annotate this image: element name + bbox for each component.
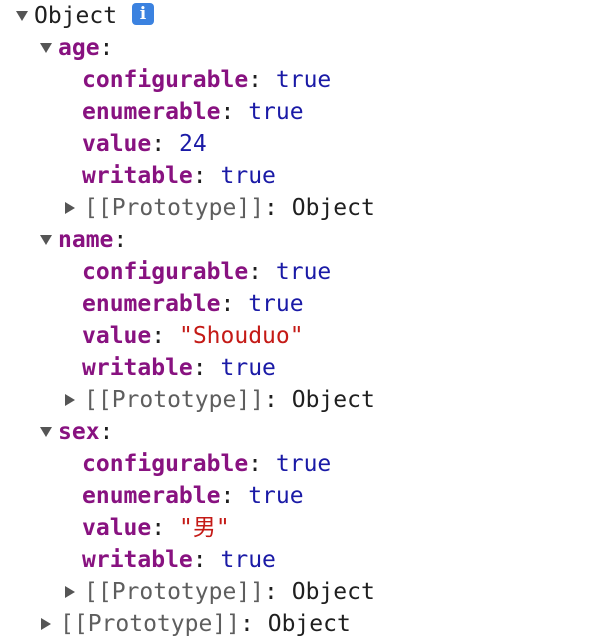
colon: : <box>248 67 263 93</box>
colon: : <box>192 547 207 573</box>
root-object-label: Object <box>34 3 118 29</box>
prototype-row[interactable]: [[Prototype]]: Object <box>0 576 602 608</box>
descriptor-key: configurable <box>82 259 249 285</box>
triangle-down-icon[interactable] <box>14 0 30 32</box>
prototype-row[interactable]: [[Prototype]]: Object <box>0 384 602 416</box>
colon: : <box>220 99 235 125</box>
colon: : <box>264 195 278 221</box>
descriptor-value: "Shouduo" <box>178 323 304 349</box>
triangle-down-icon[interactable] <box>38 224 54 256</box>
descriptor-value: true <box>220 163 276 189</box>
colon: : <box>151 323 166 349</box>
descriptor-row-enumerable: enumerable: true <box>0 288 602 320</box>
property-key: age <box>58 35 100 61</box>
prototype-label: [[Prototype]] <box>84 579 265 605</box>
descriptor-key: configurable <box>82 67 249 93</box>
descriptor-row-configurable: configurable: true <box>0 256 602 288</box>
descriptor-value: "男" <box>178 515 230 541</box>
descriptor-value: true <box>275 67 332 93</box>
property-row-sex[interactable]: sex: <box>0 416 602 448</box>
descriptor-value: true <box>220 355 276 381</box>
descriptor-key: writable <box>82 163 193 189</box>
prototype-label: [[Prototype]] <box>84 195 265 221</box>
colon: : <box>99 35 114 61</box>
colon: : <box>264 579 278 605</box>
colon: : <box>220 483 235 509</box>
prototype-row[interactable]: [[Prototype]]: Object <box>0 192 602 224</box>
triangle-right-icon[interactable] <box>38 608 54 640</box>
descriptor-key: enumerable <box>82 291 221 317</box>
descriptor-value: true <box>248 291 304 317</box>
descriptor-key: value <box>82 131 152 157</box>
colon: : <box>113 227 128 253</box>
descriptor-row-writable: writable: true <box>0 544 602 576</box>
descriptor-value: true <box>275 451 332 477</box>
descriptor-key: value <box>82 515 152 541</box>
descriptor-value: 24 <box>178 131 207 157</box>
descriptor-row-value: value: 24 <box>0 128 602 160</box>
triangle-down-icon[interactable] <box>38 416 54 448</box>
descriptor-key: enumerable <box>82 483 221 509</box>
property-key: name <box>58 227 114 253</box>
colon: : <box>220 291 235 317</box>
triangle-right-icon[interactable] <box>62 576 78 608</box>
descriptor-key: writable <box>82 355 193 381</box>
colon: : <box>151 515 166 541</box>
descriptor-row-configurable: configurable: true <box>0 64 602 96</box>
root-object-row[interactable]: Object i <box>0 0 602 32</box>
property-key: sex <box>58 419 100 445</box>
descriptor-key: configurable <box>82 451 249 477</box>
object-inspector-tree: Object i age: configurable: true enumera… <box>0 0 602 640</box>
colon: : <box>192 355 207 381</box>
colon: : <box>192 163 207 189</box>
descriptor-row-configurable: configurable: true <box>0 448 602 480</box>
prototype-value: Object <box>291 579 375 605</box>
colon: : <box>240 611 254 637</box>
property-row-age[interactable]: age: <box>0 32 602 64</box>
descriptor-value: true <box>248 99 304 125</box>
prototype-value: Object <box>291 387 375 413</box>
descriptor-key: value <box>82 323 152 349</box>
descriptor-row-writable: writable: true <box>0 160 602 192</box>
descriptor-row-value: value: "男" <box>0 512 602 544</box>
root-prototype-row[interactable]: [[Prototype]]: Object <box>0 608 602 640</box>
descriptor-row-writable: writable: true <box>0 352 602 384</box>
descriptor-row-value: value: "Shouduo" <box>0 320 602 352</box>
triangle-right-icon[interactable] <box>62 192 78 224</box>
prototype-value: Object <box>267 611 351 637</box>
colon: : <box>99 419 114 445</box>
prototype-value: Object <box>291 195 375 221</box>
triangle-down-icon[interactable] <box>38 32 54 64</box>
colon: : <box>248 259 263 285</box>
colon: : <box>248 451 263 477</box>
property-row-name[interactable]: name: <box>0 224 602 256</box>
descriptor-key: writable <box>82 547 193 573</box>
prototype-label: [[Prototype]] <box>60 611 241 637</box>
colon: : <box>264 387 278 413</box>
descriptor-row-enumerable: enumerable: true <box>0 480 602 512</box>
info-icon[interactable]: i <box>132 3 154 25</box>
descriptor-value: true <box>275 259 332 285</box>
descriptor-key: enumerable <box>82 99 221 125</box>
triangle-right-icon[interactable] <box>62 384 78 416</box>
colon: : <box>151 131 166 157</box>
descriptor-value: true <box>220 547 276 573</box>
descriptor-value: true <box>248 483 304 509</box>
prototype-label: [[Prototype]] <box>84 387 265 413</box>
descriptor-row-enumerable: enumerable: true <box>0 96 602 128</box>
